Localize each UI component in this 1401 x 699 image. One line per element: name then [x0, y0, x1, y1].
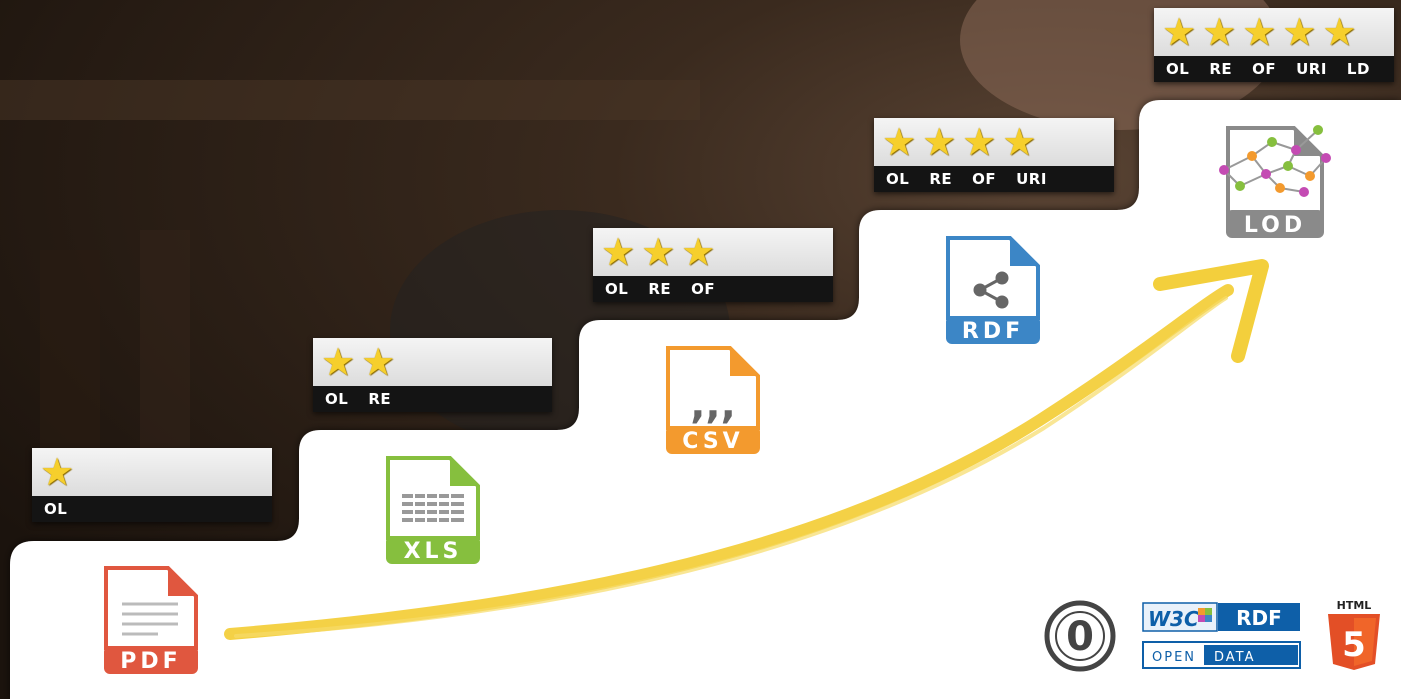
html5-logo: HTML 5: [1328, 599, 1380, 670]
csv-file-icon: ,,, CSV: [666, 346, 760, 454]
rdf-logo-text: RDF: [1236, 606, 1282, 630]
pdf-file-icon: PDF: [104, 566, 198, 674]
html-text: HTML: [1337, 599, 1372, 612]
rdf-file-icon: RDF: [946, 236, 1040, 344]
csv-label: CSV: [682, 429, 743, 454]
w3c-rdf-open-data-logo: W3C RDF OPEN DATA: [1142, 602, 1301, 669]
cc0-zero: 0: [1066, 614, 1094, 660]
open-text: OPEN: [1152, 650, 1196, 665]
lod-label: LOD: [1244, 213, 1306, 238]
lod-file-icon: LOD: [1219, 125, 1331, 238]
quote-marks-icon: ,,,: [690, 382, 736, 428]
data-text: DATA: [1214, 650, 1256, 665]
pdf-label: PDF: [120, 649, 181, 674]
xls-label: XLS: [404, 539, 463, 564]
cc0-logo: 0: [1044, 600, 1116, 672]
html5-number: 5: [1342, 625, 1366, 665]
rdf-label: RDF: [962, 319, 1024, 344]
xls-file-icon: XLS: [386, 456, 480, 564]
w3c-text: W3C: [1148, 607, 1199, 631]
